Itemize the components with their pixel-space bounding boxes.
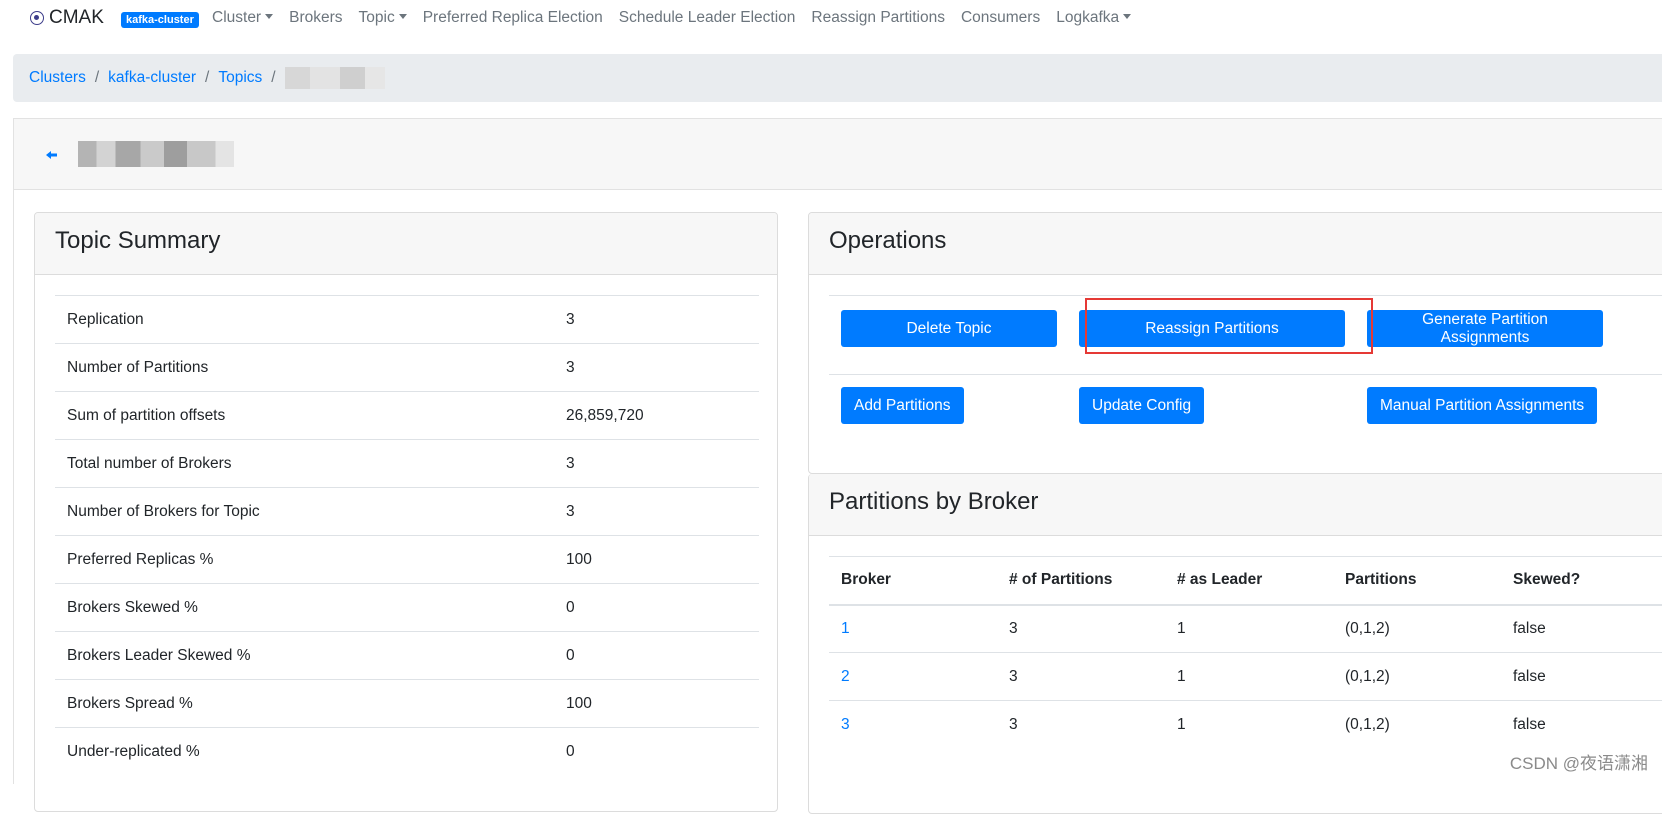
caret-down-icon [265, 14, 274, 19]
summary-label: Under-replicated % [55, 727, 554, 776]
table-row: 3 3 1 (0,1,2) false [829, 700, 1662, 749]
summary-value: 3 [554, 295, 759, 344]
breadcrumb-cluster[interactable]: kafka-cluster [108, 69, 196, 87]
column-header: Broker [829, 556, 997, 606]
caret-down-icon [1123, 14, 1132, 19]
table-row: Total number of Brokers 3 [55, 439, 759, 488]
table-header-row: Broker # of Partitions # as Leader Parti… [829, 556, 1662, 606]
skewed-cell: false [1501, 604, 1662, 653]
nav-preferred-replica-election[interactable]: Preferred Replica Election [423, 9, 603, 27]
skewed-cell: false [1501, 652, 1662, 701]
summary-value: 3 [554, 487, 759, 536]
summary-label: Preferred Replicas % [55, 535, 554, 584]
topic-header [13, 118, 1662, 190]
table-row: Number of Brokers for Topic 3 [55, 487, 759, 536]
column-header: # as Leader [1165, 556, 1333, 606]
caret-down-icon [398, 14, 407, 19]
broker-link[interactable]: 3 [841, 716, 850, 733]
table-row: Under-replicated % 0 [55, 727, 759, 776]
topic-summary-card: Topic Summary Replication 3 Number of Part… [34, 212, 778, 812]
operations-title: Operations [809, 213, 1662, 275]
delete-topic-button[interactable]: Delete Topic [841, 310, 1057, 347]
partitions-cell: (0,1,2) [1333, 604, 1501, 653]
table-row: Brokers Skewed % 0 [55, 583, 759, 632]
partitions-cell: (0,1,2) [1333, 700, 1501, 749]
skewed-cell: false [1501, 700, 1662, 749]
partitions-by-broker-table: Broker # of Partitions # as Leader Parti… [829, 556, 1662, 749]
summary-label: Replication [55, 295, 554, 344]
watermark: CSDN @夜语潇湘 [1509, 754, 1648, 773]
nav-brokers[interactable]: Brokers [289, 9, 342, 27]
partitions-count-cell: 3 [997, 652, 1165, 701]
partitions-cell: (0,1,2) [1333, 652, 1501, 701]
summary-value: 3 [554, 343, 759, 392]
summary-label: Number of Brokers for Topic [55, 487, 554, 536]
nav-reassign-partitions[interactable]: Reassign Partitions [811, 9, 945, 27]
topic-summary-title: Topic Summary [35, 213, 777, 275]
update-config-button[interactable]: Update Config [1079, 387, 1205, 424]
column-header: Skewed? [1501, 556, 1662, 606]
summary-value: 100 [554, 535, 759, 584]
broker-link[interactable]: 1 [841, 620, 850, 637]
summary-label: Number of Partitions [55, 343, 554, 392]
summary-value: 0 [554, 583, 759, 632]
summary-value: 0 [554, 631, 759, 680]
table-row: 2 3 1 (0,1,2) false [829, 652, 1662, 701]
summary-value: 26,859,720 [554, 391, 759, 440]
manual-partition-assignments-button[interactable]: Manual Partition Assignments [1367, 387, 1598, 424]
summary-value: 0 [554, 727, 759, 776]
nav-schedule-leader-election[interactable]: Schedule Leader Election [619, 9, 796, 27]
nav-menu: Cluster Brokers Topic Preferred Replica … [212, 9, 1147, 27]
highlight-box [1085, 298, 1373, 354]
operations-card: Operations Delete Topic Reassign Partiti… [808, 212, 1662, 474]
summary-value: 3 [554, 439, 759, 488]
breadcrumb-topic-redacted [284, 67, 385, 89]
breadcrumb: Clusters / kafka-cluster / Topics / [13, 54, 1662, 102]
nav-consumers[interactable]: Consumers [961, 9, 1040, 27]
topic-summary-table: Replication 3 Number of Partitions 3 Sum of … [55, 295, 759, 776]
partitions-count-cell: 3 [997, 604, 1165, 653]
as-leader-cell: 1 [1165, 652, 1333, 701]
breadcrumb-topics[interactable]: Topics [218, 69, 262, 87]
as-leader-cell: 1 [1165, 604, 1333, 653]
table-row: 1 3 1 (0,1,2) false [829, 604, 1662, 653]
partitions-by-broker-title: Partitions by Broker [809, 474, 1662, 536]
brand-name: CMAK [49, 7, 104, 28]
operations-row: Add Partitions Update Config Manual Part… [829, 374, 1662, 453]
nav-cluster[interactable]: Cluster [212, 9, 274, 27]
summary-label: Brokers Leader Skewed % [55, 631, 554, 680]
cluster-badge: kafka-cluster [121, 12, 199, 28]
nav-logkafka[interactable]: Logkafka [1056, 9, 1132, 27]
cmak-logo-icon [30, 11, 44, 25]
table-row: Number of Partitions 3 [55, 343, 759, 392]
summary-value: 100 [554, 679, 759, 728]
column-header: Partitions [1333, 556, 1501, 606]
brand-link[interactable]: CMAK [30, 7, 104, 29]
table-row: Replication 3 [55, 295, 759, 344]
top-navbar: CMAK kafka-cluster Cluster Brokers Topic… [0, 0, 1662, 38]
column-header: # of Partitions [997, 556, 1165, 606]
partitions-count-cell: 3 [997, 700, 1165, 749]
nav-topic[interactable]: Topic [359, 9, 407, 27]
breadcrumb-separator: / [271, 69, 276, 86]
table-row: Sum of partition offsets 26,859,720 [55, 391, 759, 440]
arrow-left-icon[interactable] [46, 147, 58, 163]
table-row: Brokers Spread % 100 [55, 679, 759, 728]
as-leader-cell: 1 [1165, 700, 1333, 749]
topic-name-redacted [78, 141, 234, 167]
breadcrumb-separator: / [94, 69, 100, 86]
summary-label: Total number of Brokers [55, 439, 554, 488]
summary-label: Brokers Skewed % [55, 583, 554, 632]
add-partitions-button[interactable]: Add Partitions [841, 387, 964, 424]
breadcrumb-separator: / [205, 69, 210, 86]
summary-label: Brokers Spread % [55, 679, 554, 728]
summary-label: Sum of partition offsets [55, 391, 554, 440]
breadcrumb-clusters[interactable]: Clusters [29, 69, 86, 87]
table-row: Brokers Leader Skewed % 0 [55, 631, 759, 680]
table-row: Preferred Replicas % 100 [55, 535, 759, 584]
generate-partition-assignments-button[interactable]: Generate Partition Assignments [1367, 310, 1603, 347]
broker-link[interactable]: 2 [841, 668, 850, 685]
